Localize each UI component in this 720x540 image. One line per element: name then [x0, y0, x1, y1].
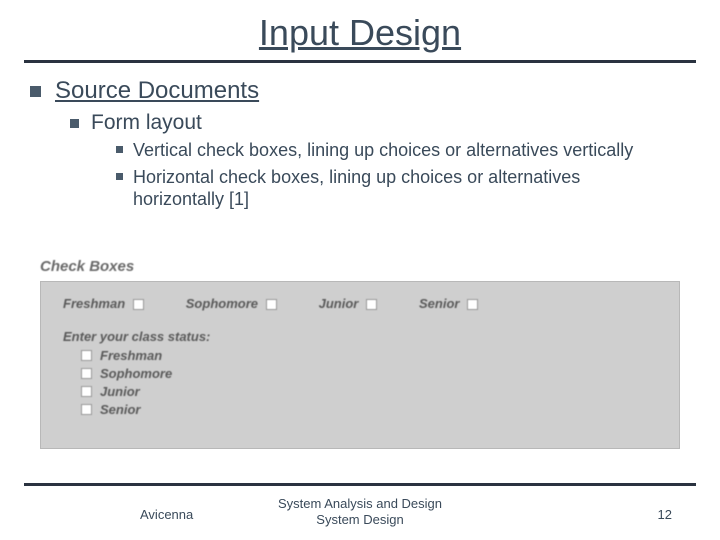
point-text: Vertical check boxes, lining up choices … [133, 139, 633, 162]
content-area: Source Documents Form layout Vertical ch… [0, 63, 720, 211]
bullet-level3: Vertical check boxes, lining up choices … [116, 139, 690, 162]
option-label: Sophomore [100, 366, 172, 381]
option-label: Sophomore [186, 296, 258, 311]
horizontal-checkbox-row: Freshman Sophomore Junior Senior [63, 296, 665, 311]
footer-center-line2: System Design [0, 512, 720, 528]
footer: Avicenna System Analysis and Design Syst… [0, 486, 720, 540]
section-heading: Source Documents [55, 77, 259, 105]
footer-center: System Analysis and Design System Design [0, 496, 720, 529]
vertical-checkbox-list: Freshman Sophomore Junior Senior [81, 348, 665, 417]
vertical-prompt: Enter your class status: [63, 329, 665, 344]
option-label: Freshman [100, 348, 162, 363]
figure-heading: Check Boxes [40, 258, 690, 275]
checkbox-icon[interactable] [266, 299, 277, 310]
v-option: Senior [81, 402, 665, 417]
bullet-level2: Form layout [70, 111, 690, 135]
option-label: Junior [319, 296, 359, 311]
checkbox-icon[interactable] [81, 368, 92, 379]
square-bullet-icon [70, 119, 79, 128]
v-option: Junior [81, 384, 665, 399]
checkbox-icon[interactable] [81, 386, 92, 397]
form-panel: Freshman Sophomore Junior Senior Enter y… [40, 281, 680, 449]
checkbox-icon[interactable] [366, 299, 377, 310]
checkbox-icon[interactable] [81, 404, 92, 415]
square-bullet-icon [116, 146, 123, 153]
checkbox-icon[interactable] [467, 299, 478, 310]
checkbox-icon[interactable] [133, 299, 144, 310]
h-option: Senior [419, 296, 478, 311]
option-label: Junior [100, 384, 140, 399]
h-option: Sophomore [186, 296, 277, 311]
option-label: Freshman [63, 296, 125, 311]
point-text: Horizontal check boxes, lining up choice… [133, 166, 653, 211]
footer-center-line1: System Analysis and Design [0, 496, 720, 512]
h-option: Junior [319, 296, 377, 311]
subsection-heading: Form layout [91, 111, 202, 135]
option-label: Senior [419, 296, 459, 311]
slide-title: Input Design [0, 0, 720, 60]
bullet-level3: Horizontal check boxes, lining up choice… [116, 166, 690, 211]
square-bullet-icon [116, 173, 123, 180]
option-label: Senior [100, 402, 140, 417]
square-bullet-icon [30, 86, 41, 97]
checkbox-figure: Check Boxes Freshman Sophomore Junior Se… [0, 258, 720, 449]
bullet-level1: Source Documents [30, 77, 690, 105]
slide: Input Design Source Documents Form layou… [0, 0, 720, 540]
checkbox-icon[interactable] [81, 350, 92, 361]
v-option: Freshman [81, 348, 665, 363]
footer-page-number: 12 [658, 507, 672, 522]
h-option: Freshman [63, 296, 144, 311]
v-option: Sophomore [81, 366, 665, 381]
